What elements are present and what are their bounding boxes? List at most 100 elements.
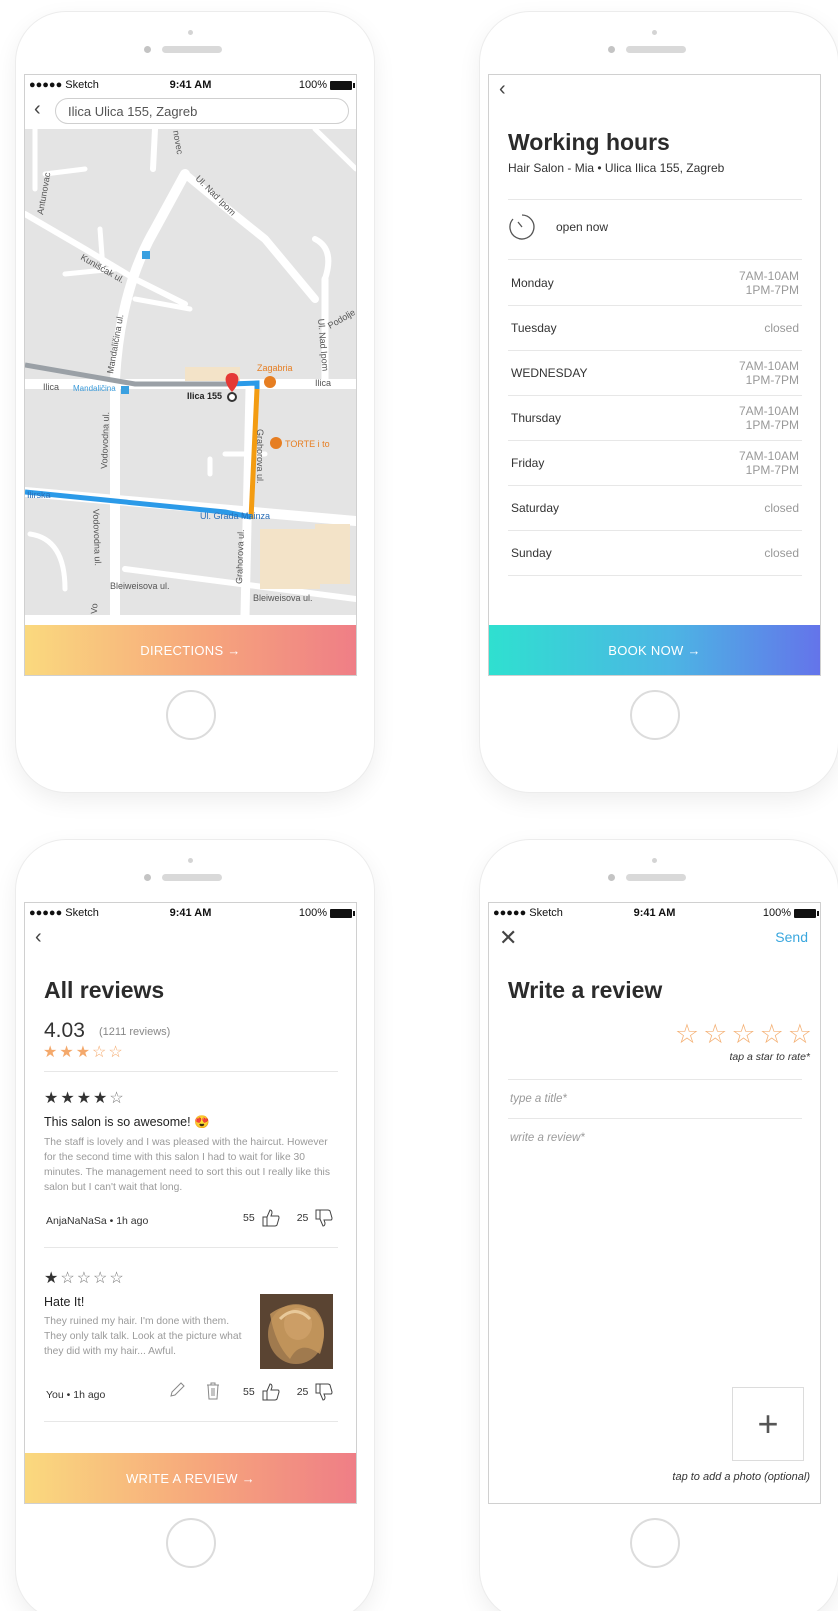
review-title-input[interactable]: type a title* xyxy=(510,1093,567,1105)
speaker xyxy=(162,46,222,53)
map-label: Ilica 155 xyxy=(187,391,222,401)
battery-icon xyxy=(330,80,355,90)
hours-row: WEDNESDAY 7AM-10AM 1PM-7PM xyxy=(508,351,802,396)
send-button[interactable]: Send xyxy=(775,929,808,945)
map-label: Vodovodna ul. xyxy=(99,412,111,469)
day-hours: 7AM-10AM 1PM-7PM xyxy=(739,269,799,297)
star-icon[interactable]: ☆ xyxy=(675,1021,699,1048)
star-icon: ☆ xyxy=(92,1044,107,1061)
hours-line: 7AM-10AM xyxy=(738,449,799,463)
review-card: ★ ★ ★ ★ ☆ This salon is so awesome! 😍 The st… xyxy=(44,1091,338,1195)
battery-indicator: 100% xyxy=(299,79,355,91)
star-icon: ☆ xyxy=(108,1044,123,1061)
thumbs-down-icon[interactable] xyxy=(314,1382,334,1402)
camera-dot xyxy=(188,858,193,863)
rating-input-stars: ☆ ☆ ☆ ☆ ☆ xyxy=(675,1021,812,1048)
salon-subtitle: Hair Salon - Mia • Ulica Ilica 155, Zagr… xyxy=(508,161,725,175)
star-icon[interactable]: ☆ xyxy=(731,1021,755,1048)
status-bar: ●●●●● Sketch 9:41 AM 100% xyxy=(489,903,820,921)
map-label: Bleiweisova ul. xyxy=(253,593,313,603)
thumbs-down-icon[interactable] xyxy=(314,1208,334,1228)
review-title: This salon is so awesome! 😍 xyxy=(44,1115,210,1129)
map-label: Ilirska xyxy=(27,490,51,500)
like-count: 55 xyxy=(243,1212,255,1224)
directions-button[interactable]: DIRECTIONS → xyxy=(25,625,356,675)
review-body: They ruined my hair. I'm done with them.… xyxy=(44,1316,242,1357)
address-search-input[interactable] xyxy=(55,98,349,124)
camera-dot xyxy=(652,30,657,35)
hours-row: Friday 7AM-10AM 1PM-7PM xyxy=(508,441,802,486)
review-rating-stars: ★ ★ ★ ★ ☆ xyxy=(44,1091,338,1107)
page-title: Working hours xyxy=(508,129,670,155)
review-text-input[interactable]: write a review* xyxy=(510,1132,585,1144)
photo-hint: tap to add a photo (optional) xyxy=(672,1471,810,1483)
hours-row: Thursday 7AM-10AM 1PM-7PM xyxy=(508,396,802,441)
trash-icon[interactable] xyxy=(205,1381,221,1401)
camera-dot xyxy=(652,858,657,863)
hours-line: 7AM-10AM xyxy=(738,269,799,283)
map-label: Bleiweisova ul. xyxy=(110,581,170,591)
phone-write-review: ●●●●● Sketch 9:41 AM 100% ✕ Send Write a… xyxy=(480,840,838,1611)
search-bar: ‹ xyxy=(25,93,356,129)
hours-line: closed xyxy=(764,546,799,560)
star-icon[interactable]: ☆ xyxy=(760,1021,784,1048)
battery-icon xyxy=(330,908,355,918)
back-icon[interactable]: ‹ xyxy=(34,99,41,119)
battery-indicator: 100% xyxy=(762,907,819,919)
star-icon[interactable]: ☆ xyxy=(703,1021,727,1048)
divider xyxy=(44,1247,338,1248)
back-icon[interactable]: ‹ xyxy=(499,79,506,99)
hours-line: 1PM-7PM xyxy=(745,283,799,297)
hours-row: Monday 7AM-10AM 1PM-7PM xyxy=(508,261,802,306)
day-hours: 7AM-10AM 1PM-7PM xyxy=(739,404,799,432)
home-button xyxy=(166,690,216,740)
map-label: Vodovodna ul. xyxy=(91,509,103,566)
star-icon: ★ xyxy=(60,1090,75,1107)
hours-line: 1PM-7PM xyxy=(745,373,799,387)
like-count: 55 xyxy=(243,1386,255,1398)
book-now-button[interactable]: BOOK NOW → xyxy=(489,625,820,675)
day-label: Friday xyxy=(511,456,545,470)
star-icon[interactable]: ☆ xyxy=(788,1021,812,1048)
page-title: All reviews xyxy=(44,977,165,1003)
review-photo[interactable] xyxy=(260,1294,333,1369)
map-label: Grahorova ul. xyxy=(255,429,265,484)
close-icon[interactable]: ✕ xyxy=(499,927,517,949)
divider xyxy=(508,1118,802,1119)
map-label: Ilica xyxy=(43,382,59,392)
write-review-button[interactable]: WRITE A REVIEW → xyxy=(25,1453,356,1503)
thumbs-up-icon[interactable] xyxy=(261,1382,281,1402)
page-title: Write a review xyxy=(508,977,663,1003)
map-label: Grahorova ul. xyxy=(234,529,246,584)
home-button xyxy=(166,1518,216,1568)
day-hours: closed xyxy=(764,501,799,515)
day-label: Saturday xyxy=(511,501,560,515)
map-label: Ul. Grada Mainza xyxy=(200,511,270,521)
star-icon: ☆ xyxy=(109,1090,124,1107)
hours-screen: ‹ Working hours Hair Salon - Mia • Ulica… xyxy=(488,74,821,676)
map-screen: ●●●●● Sketch 9:41 AM 100% ‹ Ilica Ulica … xyxy=(24,74,357,676)
status-bar: ●●●●● Sketch 9:41 AM 100% xyxy=(25,75,356,93)
review-count: (1211 reviews) xyxy=(99,1026,171,1038)
add-photo-button[interactable]: + xyxy=(732,1387,804,1461)
dislike-count: 25 xyxy=(296,1386,309,1398)
battery-percent: 100% xyxy=(762,907,791,919)
overall-rating-stars: ★ ★ ★ ☆ ☆ xyxy=(43,1045,123,1061)
phone-reviews: ●●●●● Sketch 9:41 AM 100% ‹ All reviews … xyxy=(16,840,374,1611)
day-label: Tuesday xyxy=(511,321,557,335)
hours-line: closed xyxy=(764,501,799,515)
review-votes: 55 25 xyxy=(243,1382,334,1402)
hours-row: Saturday closed xyxy=(508,486,802,531)
divider xyxy=(44,1071,338,1072)
battery-indicator: 100% xyxy=(299,907,355,919)
star-icon: ★ xyxy=(75,1044,91,1061)
hours-line: closed xyxy=(764,321,799,335)
back-icon[interactable]: ‹ xyxy=(35,927,42,947)
thumbs-up-icon[interactable] xyxy=(261,1208,281,1228)
map-view[interactable]: Ilica Mandaličina Ilica 155 Zagabria Ili… xyxy=(25,129,356,615)
map-label: Vo xyxy=(89,603,99,614)
star-icon: ★ xyxy=(44,1090,59,1107)
front-camera xyxy=(608,46,615,53)
hours-line: 7AM-10AM xyxy=(738,359,799,373)
edit-icon[interactable] xyxy=(168,1381,186,1399)
